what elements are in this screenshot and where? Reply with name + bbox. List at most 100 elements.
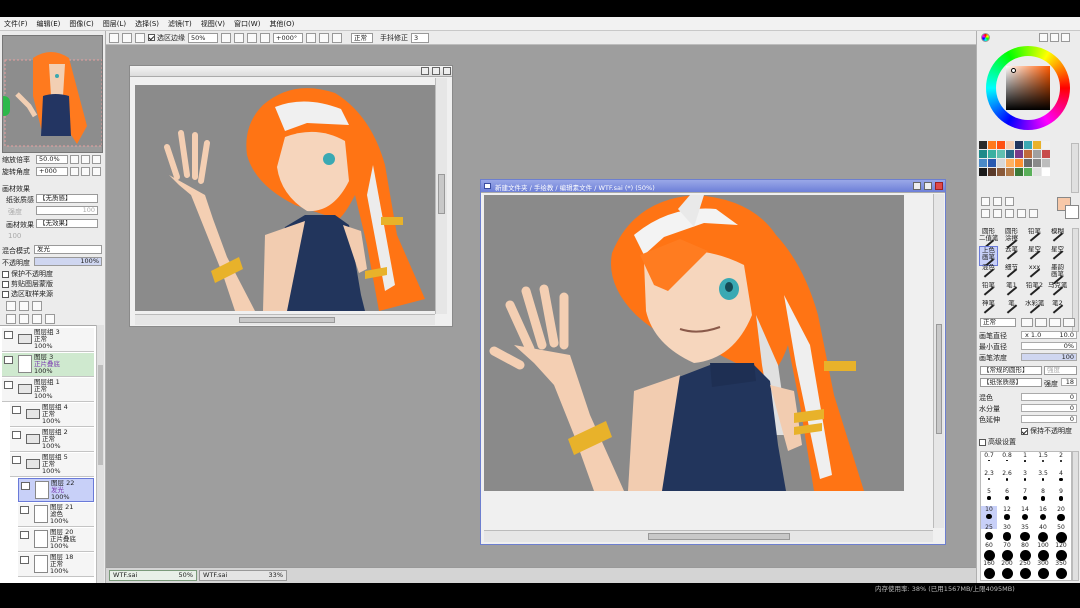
brush-tool[interactable]: 细节 [1002,264,1021,284]
min-size-slider[interactable]: 0% [1021,342,1077,350]
menu-other[interactable]: 其他(O) [269,19,294,29]
brush-tool[interactable]: 墨韵 画笔 [1048,264,1067,284]
background-color[interactable] [1065,205,1079,219]
size-preset[interactable]: 300 [1035,560,1051,580]
brush-shape-1[interactable] [1021,318,1033,327]
color-swatch[interactable] [1006,168,1014,176]
layer-visibility-icon[interactable] [12,406,21,414]
hsv-mode-button[interactable] [1050,33,1059,42]
artwork-canvas-active[interactable] [484,195,904,491]
layer-visibility-icon[interactable] [12,431,21,439]
canvas-area[interactable]: 新建文件夹 / 手绘教 / 编辑素文件 / WTF.sai (*) (50%) [106,45,976,567]
deselect-button[interactable] [109,32,119,43]
color-swatch[interactable] [1042,150,1050,158]
color-swatch[interactable] [979,168,987,176]
swatch-mode-button[interactable] [1061,33,1070,42]
brush-mode-select[interactable]: 正常 [980,318,1016,327]
zoom-tool-icon[interactable] [993,209,1002,218]
layer-visibility-icon[interactable] [20,531,29,539]
brush-texture-select[interactable]: 【纸张质感】 [980,378,1042,387]
color-picker-cursor[interactable] [1011,68,1016,73]
navigator-preview[interactable] [2,35,103,153]
brush-tool[interactable]: 马克笔 [1048,282,1067,302]
color-swatch[interactable] [1042,168,1050,176]
brush-tool[interactable]: 圆形 二值笔 [979,228,998,248]
angle-value[interactable]: +000 [36,167,68,176]
brush-tool[interactable]: 笔2 [1048,300,1067,320]
clear-layer-button[interactable] [32,314,42,324]
water-slider[interactable]: 0 [1021,404,1077,412]
keep-opacity-checkbox[interactable] [1021,427,1028,435]
selection-source-option[interactable]: 选区取样来源 [2,289,53,299]
color-swatch[interactable] [1033,141,1041,149]
color-swatch[interactable] [1024,141,1032,149]
layer-list-scrollbar[interactable] [96,325,104,583]
horizontal-scrollbar-active[interactable] [484,530,933,542]
color-swatch[interactable] [997,150,1005,158]
merge-down-button[interactable] [19,314,29,324]
brush-shape-2[interactable] [1035,318,1047,327]
layer-row[interactable]: 图层 3 正片叠底 100% [2,353,94,377]
layer-row[interactable]: 图层组 1 正常 100% [2,378,94,402]
color-swatch[interactable] [1015,150,1023,158]
horizontal-scroll-thumb-preview[interactable] [239,317,335,323]
color-swatch[interactable] [1006,141,1014,149]
rotate-reset-button-left[interactable] [92,167,101,176]
horizontal-scroll-thumb-active[interactable] [648,533,790,540]
lasso-tool-icon[interactable] [993,197,1002,206]
selection-tool-icon[interactable] [981,197,990,206]
brush-tool[interactable]: 水彩笔 [1025,300,1044,320]
rotate-cw-button[interactable] [81,167,90,176]
color-swatch[interactable] [979,159,987,167]
doc-tab-1[interactable]: WTF.sai 50% [109,570,197,581]
brush-size-slider[interactable]: x 1.0 10.0 [1021,331,1077,339]
horizontal-scrollbar-preview[interactable] [135,314,435,325]
zoom-select[interactable]: 50% [188,32,218,43]
rgb-mode-button[interactable] [1039,33,1048,42]
rotate-tool-icon[interactable] [1005,209,1014,218]
layer-list-scroll-thumb[interactable] [98,365,103,465]
brush-shape-select[interactable]: 【常规的圆形】 [980,366,1042,375]
layer-visibility-icon[interactable] [20,506,29,514]
doc-tab-2[interactable]: WTF.sai 33% [199,570,287,581]
color-swatch[interactable] [1033,150,1041,158]
swatch-scrollbar[interactable] [1071,143,1079,193]
zoom-value[interactable]: 50.0% [36,155,68,164]
new-folder-button[interactable] [32,301,42,311]
close-button[interactable] [443,67,451,75]
color-swatch[interactable] [988,168,996,176]
selection-edge-toggle[interactable]: 选区边缘 [148,33,185,43]
opacity-slider[interactable]: 100% [34,257,102,266]
brush-texture-strength[interactable]: 18 [1061,378,1077,386]
eyedropper-icon[interactable] [1029,209,1038,218]
minimize-button[interactable] [421,67,429,75]
layer-visibility-icon[interactable] [4,331,13,339]
navigator-handle[interactable] [3,96,10,116]
color-wheel-mode-button[interactable] [981,33,990,42]
zoom-fit-button[interactable] [92,155,101,164]
zoom-out-button[interactable] [221,32,231,43]
menu-select[interactable]: 选择(S) [135,19,159,29]
brush-tool[interactable]: 圆形 涂擦 [1002,228,1021,248]
color-swatch[interactable] [997,141,1005,149]
color-swatch[interactable] [1042,141,1050,149]
layer-visibility-icon[interactable] [4,381,13,389]
color-swatch[interactable] [1015,159,1023,167]
preserve-opacity-option[interactable]: 保护不透明度 [2,269,53,279]
layer-row[interactable]: 图层 21 滤色 100% [18,503,94,527]
size-presets-scrollbar[interactable] [1072,451,1079,581]
layer-row[interactable]: 图层组 4 正常 100% [10,403,94,427]
menu-filter[interactable]: 滤镜(T) [168,19,192,29]
vertical-scrollbar-active[interactable] [933,194,944,528]
clipping-checkbox[interactable] [2,280,9,288]
minimize-button-active[interactable] [913,182,921,190]
size-preset[interactable]: 350 [1053,560,1069,580]
menu-edit[interactable]: 编辑(E) [37,19,61,29]
transfer-down-button[interactable] [6,314,16,324]
advanced-settings-checkbox[interactable] [979,438,986,446]
paper-effect-select[interactable]: 【无效果】 [36,219,98,228]
rotate-right-button[interactable] [306,32,316,43]
menu-file[interactable]: 文件(F) [4,19,28,29]
preserve-opacity-checkbox[interactable] [2,270,9,278]
document-window-active[interactable]: 新建文件夹 / 手绘教 / 编辑素文件 / WTF.sai (*) (50%) [480,179,946,545]
